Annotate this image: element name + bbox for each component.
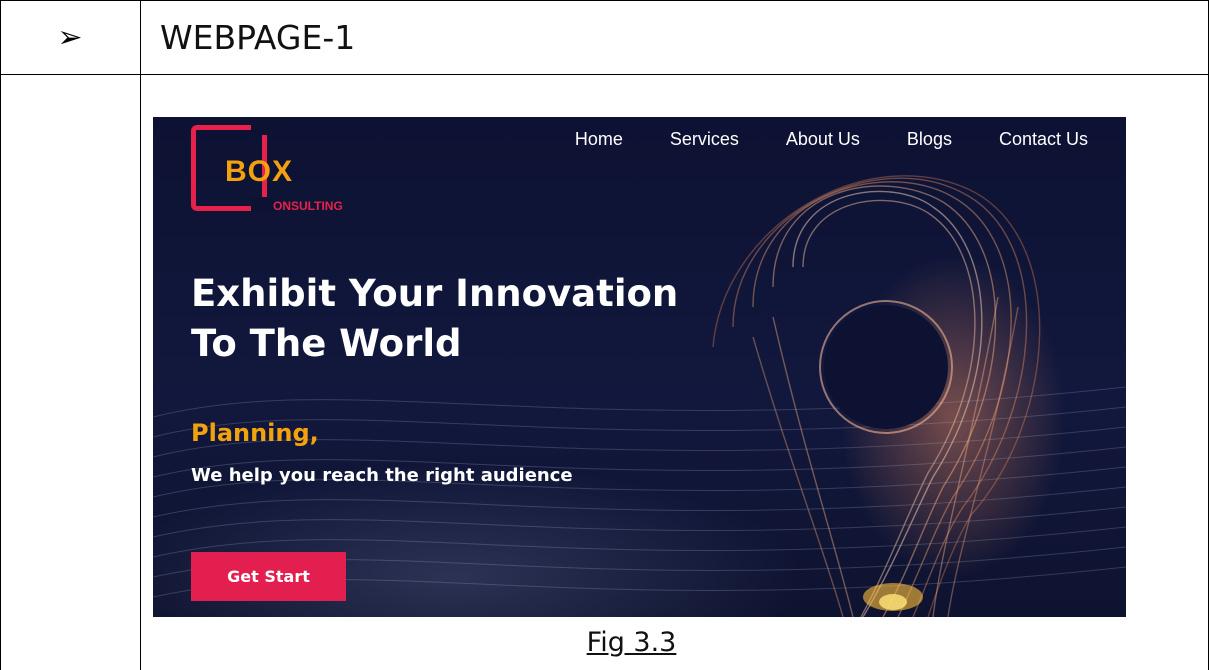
bullet-cell: ➢ <box>0 0 140 74</box>
nav-about-us[interactable]: About Us <box>786 129 860 150</box>
table-row-divider <box>0 74 1209 75</box>
logo-frame-gap <box>251 123 275 135</box>
table-border-left <box>0 0 1 670</box>
hero-title-line-1: Exhibit Your Innovation <box>191 272 679 315</box>
document-table: ➢ WEBPAGE-1 BOX ONSULTING Home Services … <box>0 0 1209 670</box>
nav-home[interactable]: Home <box>575 129 623 150</box>
logo-frame-gap-bottom <box>251 197 275 213</box>
figure-caption-text: Fig 3.3 <box>586 627 677 658</box>
section-title: WEBPAGE-1 <box>160 17 356 57</box>
website-screenshot: BOX ONSULTING Home Services About Us Blo… <box>153 117 1126 617</box>
get-start-button[interactable]: Get Start <box>191 552 346 601</box>
nav-contact-us[interactable]: Contact Us <box>999 129 1088 150</box>
nav-services[interactable]: Services <box>670 129 739 150</box>
hero-title: Exhibit Your Innovation To The World <box>191 269 751 369</box>
hero-title-line-2: To The World <box>191 322 462 365</box>
arrow-bullet-icon: ➢ <box>57 19 83 55</box>
hero-subtitle: We help you reach the right audience <box>191 465 573 486</box>
table-column-divider <box>140 0 141 670</box>
main-nav: Home Services About Us Blogs Contact Us <box>575 129 1088 150</box>
hero-kicker: Planning, <box>191 419 319 447</box>
logo-subtitle: ONSULTING <box>273 199 343 213</box>
logo[interactable]: BOX ONSULTING <box>191 123 371 217</box>
figure-caption: Fig 3.3 <box>0 627 1209 658</box>
nav-blogs[interactable]: Blogs <box>907 129 952 150</box>
logo-word: BOX <box>225 155 294 188</box>
